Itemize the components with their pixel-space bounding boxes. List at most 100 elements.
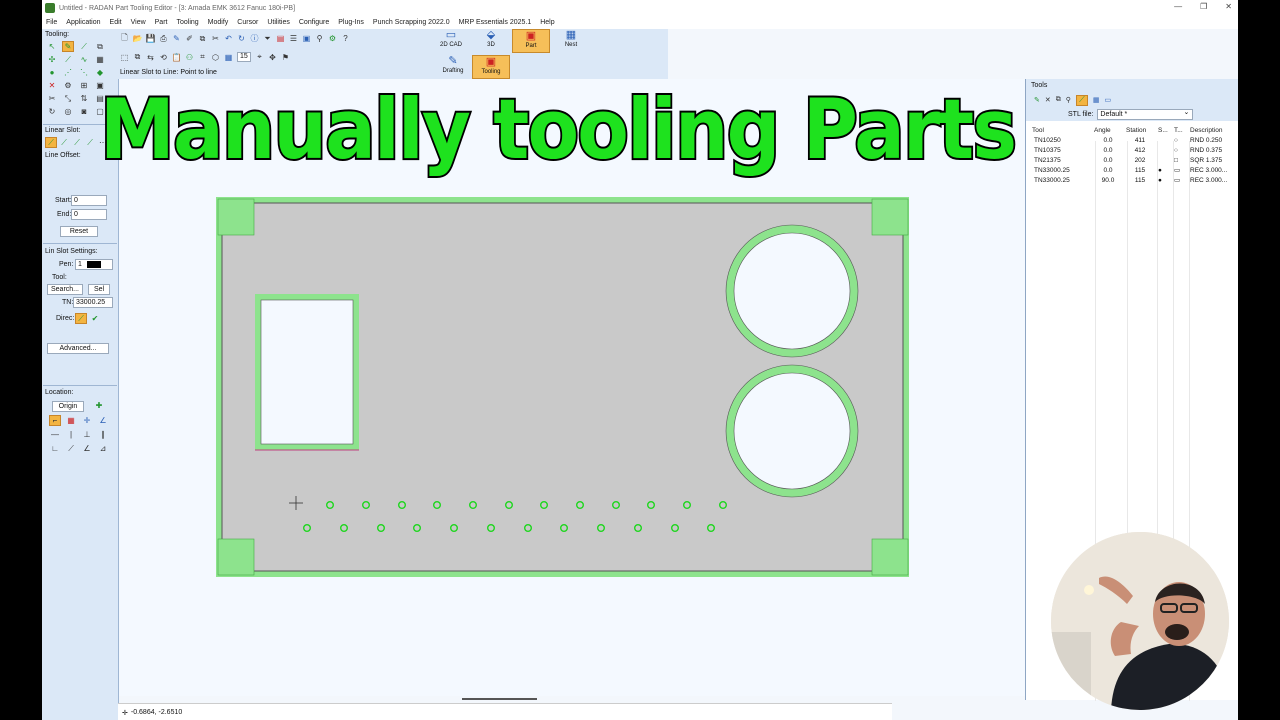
rotate-icon[interactable]: ↻	[46, 106, 58, 117]
undo-icon[interactable]: ↶	[224, 34, 233, 43]
menu-cursor[interactable]: Cursor	[237, 19, 258, 26]
redo-icon[interactable]: ↻	[237, 34, 246, 43]
dimension-icon[interactable]: ⌖	[255, 52, 264, 62]
zoom-level-input[interactable]: 15	[237, 52, 251, 62]
reset-button[interactable]: Reset	[60, 226, 98, 237]
pointer-tool-icon[interactable]: ↖	[46, 41, 58, 52]
window-icon[interactable]: ▣	[302, 34, 311, 43]
submode-tooling-button[interactable]: ▣ Tooling	[472, 55, 510, 79]
menu-plugins[interactable]: Plug-Ins	[338, 19, 364, 26]
point-tool-icon[interactable]: ●	[46, 67, 58, 78]
rotate-icon[interactable]: ⟲	[159, 53, 168, 62]
snap-corner-icon[interactable]: ⌐	[49, 415, 61, 426]
start-input[interactable]: 0	[71, 195, 107, 206]
gear-icon[interactable]: ⚙	[62, 80, 74, 91]
stack-icon[interactable]: ⧉	[133, 52, 142, 62]
zoom-icon[interactable]: ⚲	[315, 34, 324, 43]
filter-icon[interactable]: ⏷	[263, 34, 272, 43]
col-t[interactable]: T...	[1172, 126, 1188, 135]
col-s[interactable]: S...	[1156, 126, 1172, 135]
col-station[interactable]: Station	[1124, 126, 1156, 135]
table-row[interactable]: TN10250 0.0 411 ○ RND 0.250	[1026, 135, 1237, 145]
snap-diag-icon[interactable]: ⟋	[65, 443, 77, 454]
copy-icon[interactable]: ⧉	[198, 34, 207, 43]
col-angle[interactable]: Angle	[1092, 126, 1124, 135]
table-row[interactable]: TN33000.25 0.0 115 ● ▭ REC 3.000...	[1026, 165, 1237, 175]
delete-tool-icon[interactable]: ✕	[46, 80, 58, 91]
grid-icon[interactable]: ▦	[224, 53, 233, 62]
snap-tee-icon[interactable]: ⊥	[81, 429, 93, 440]
corner-tool-tl[interactable]	[217, 198, 255, 236]
maximize-button[interactable]: ❐	[1200, 2, 1207, 11]
minimize-button[interactable]: —	[1174, 2, 1182, 11]
pencil-icon[interactable]: ✎	[172, 34, 181, 43]
shapes-icon[interactable]: ⬡	[211, 53, 220, 62]
origin-icon[interactable]: ✚	[93, 400, 105, 411]
origin-button[interactable]: Origin	[52, 401, 84, 412]
tn-input[interactable]: 33000.25	[73, 297, 113, 308]
menu-modify[interactable]: Modify	[208, 19, 229, 26]
info-icon[interactable]: ⓘ	[250, 34, 259, 43]
menu-part[interactable]: Part	[155, 19, 168, 26]
horizontal-scrollbar[interactable]	[462, 698, 537, 700]
round-hole-1[interactable]	[733, 232, 851, 350]
layers-icon[interactable]: ▤	[276, 34, 285, 43]
grid-tool-icon[interactable]: ▦	[94, 54, 106, 65]
menu-view[interactable]: View	[131, 19, 146, 26]
clipboard-icon[interactable]: 📋	[172, 53, 182, 62]
slot-tool-icon[interactable]: ⟋	[62, 54, 74, 65]
flag-icon[interactable]: ⚑	[281, 53, 290, 62]
new-icon[interactable]: 🗋	[120, 33, 129, 43]
corner-tool-bl[interactable]	[217, 538, 255, 576]
cluster-tool-icon[interactable]: ✣	[46, 54, 58, 65]
tool-pin-icon[interactable]: ⚲	[1066, 96, 1071, 104]
snap-angle-icon[interactable]: ∠	[97, 415, 109, 426]
copy-tool-icon[interactable]: ⧉	[94, 41, 106, 52]
select-icon[interactable]: ⬚	[120, 53, 129, 62]
open-icon[interactable]: 📂	[133, 34, 143, 43]
save-icon[interactable]: 💾	[146, 34, 156, 43]
slot-line-icon[interactable]: ⟋	[58, 137, 70, 148]
snap-l-icon[interactable]: ∟	[49, 443, 61, 454]
camera-icon[interactable]: ◙	[78, 106, 90, 117]
advanced-button[interactable]: Advanced...	[47, 343, 109, 354]
help-icon[interactable]: ?	[341, 34, 350, 43]
menu-configure[interactable]: Configure	[299, 19, 329, 26]
snap-angle2-icon[interactable]: ∠	[81, 443, 93, 454]
snap-measure-icon[interactable]: ⊿	[97, 443, 109, 454]
menu-help[interactable]: Help	[540, 19, 554, 26]
diagonal-tool-icon[interactable]: ⋱	[78, 67, 90, 78]
mode-part-button[interactable]: ▣ Part	[512, 29, 550, 53]
tool-delete-icon[interactable]: ✕	[1045, 96, 1051, 104]
stl-select[interactable]: Default *	[1097, 108, 1194, 120]
grid-icon[interactable]: ▦	[65, 415, 77, 426]
person-icon[interactable]: ⚇	[185, 53, 194, 62]
snap-vertical-icon[interactable]: |	[65, 429, 77, 440]
scissors-icon[interactable]: ✂	[46, 93, 58, 104]
col-tool[interactable]: Tool	[1026, 126, 1092, 135]
mirror-icon[interactable]: ⇆	[146, 53, 155, 62]
direction-icon[interactable]: ⟋	[75, 313, 87, 324]
measure-icon[interactable]: ✐	[185, 34, 194, 43]
nibble-tool-icon[interactable]: ∿	[78, 54, 90, 65]
pan-icon[interactable]: ✥	[268, 53, 277, 62]
mode-3d-button[interactable]: ⬙ 3D	[472, 29, 510, 53]
arrow-tool-icon[interactable]: ◆	[94, 67, 106, 78]
pen-tool-icon[interactable]: ✎	[62, 41, 74, 52]
mode-nest-button[interactable]: ▦ Nest	[552, 29, 590, 53]
round-hole-2[interactable]	[733, 372, 851, 490]
table-row[interactable]: TN33000.25 90.0 115 ● ▭ REC 3.000...	[1026, 175, 1237, 185]
table-row[interactable]: TN21375 0.0 202 □ SQR 1.375	[1026, 155, 1237, 165]
table-row[interactable]: TN10375 0.0 412 ○ RND 0.375	[1026, 145, 1237, 155]
menu-tooling[interactable]: Tooling	[176, 19, 198, 26]
col-description[interactable]: Description	[1188, 126, 1237, 135]
close-button[interactable]: ✕	[1225, 2, 1232, 11]
line-tool-icon[interactable]: ⟋	[78, 41, 90, 52]
array-tool-icon[interactable]: ⋰	[62, 67, 74, 78]
hole-tool-icon[interactable]: ⊞	[78, 80, 90, 91]
menu-file[interactable]: File	[46, 19, 57, 26]
pen-select[interactable]: 1	[75, 259, 113, 270]
cut-icon[interactable]: ✂	[211, 34, 220, 43]
lines-icon[interactable]: ☰	[289, 34, 298, 43]
tool-view-icon[interactable]: ▭	[1105, 96, 1112, 104]
